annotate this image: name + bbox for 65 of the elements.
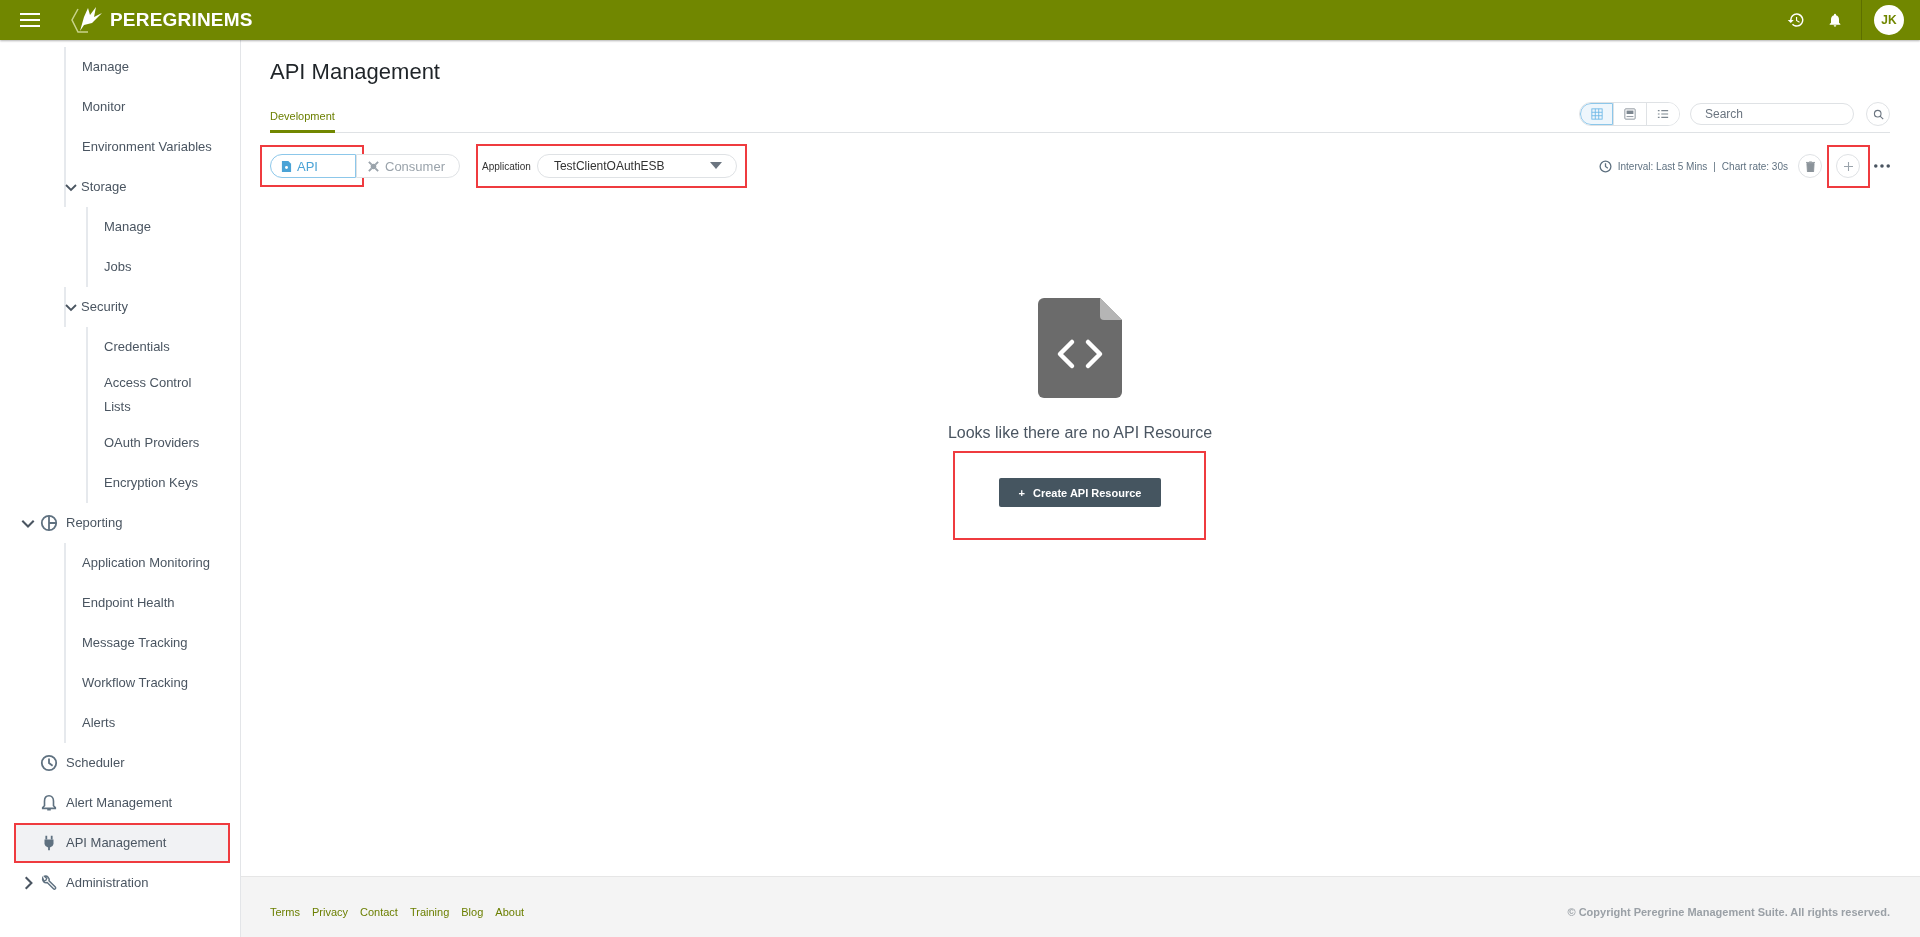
delete-button[interactable] <box>1798 154 1822 178</box>
sidebar-item[interactable]: Encryption Keys <box>88 463 240 503</box>
empty-state-message: Looks like there are no API Resource <box>947 424 1213 442</box>
footer-link[interactable]: Privacy <box>311 906 348 918</box>
sidebar-item[interactable]: OAuth Providers <box>88 423 240 463</box>
search-button[interactable] <box>1866 102 1890 126</box>
application-select[interactable]: TestClientOAuthESB <box>536 154 737 178</box>
sidebar-item[interactable]: Message Tracking <box>66 623 240 663</box>
sidebar-item[interactable]: Security <box>64 287 240 327</box>
sidebar-item[interactable]: Workflow Tracking <box>66 663 240 703</box>
pie-chart-icon <box>40 514 58 532</box>
clock-icon <box>40 754 58 772</box>
footer-link[interactable]: Training <box>409 906 450 918</box>
sidebar-item[interactable]: Access Control Lists <box>88 367 240 423</box>
application-label: Application <box>481 160 531 172</box>
sidebar-item[interactable]: Monitor <box>66 87 240 127</box>
sidebar-item[interactable]: Jobs <box>88 247 240 287</box>
sidebar-item[interactable]: Credentials <box>88 327 240 367</box>
network-icon <box>367 159 380 173</box>
card-view-icon <box>1624 108 1636 120</box>
code-file-icon <box>1038 298 1122 398</box>
footer-link[interactable]: Terms <box>270 906 300 918</box>
footer-link[interactable]: About <box>495 906 525 918</box>
chart-rate-text: Chart rate: 30s <box>1721 160 1788 172</box>
dropdown-caret-icon <box>709 162 722 170</box>
more-icon[interactable] <box>1874 164 1890 168</box>
add-button[interactable] <box>1836 154 1860 178</box>
view-toggle[interactable] <box>1580 103 1613 125</box>
copyright-text: © Copyright Peregrine Management Suite. All rights reserved. <box>1567 906 1890 918</box>
sidebar-item[interactable]: Application Monitoring <box>66 543 240 583</box>
footer-link[interactable]: Contact <box>360 906 398 918</box>
clock-icon <box>1598 159 1612 173</box>
menu-icon[interactable] <box>20 13 40 27</box>
search-field[interactable]: Search <box>1690 103 1854 125</box>
document-icon <box>281 159 292 173</box>
history-icon[interactable] <box>1787 11 1805 29</box>
view-toggle[interactable] <box>1646 103 1679 125</box>
user-avatar[interactable]: JK <box>1874 5 1904 35</box>
sidebar-item[interactable]: Alerts <box>66 703 240 743</box>
create-api-resource-button[interactable]: + Create API Resource <box>999 478 1161 507</box>
sidebar-item[interactable]: Alert Management <box>0 783 240 823</box>
trash-icon <box>1805 160 1815 172</box>
plus-icon <box>1843 161 1853 171</box>
wrench-icon <box>40 874 58 892</box>
sidebar-item[interactable]: Storage <box>64 167 240 207</box>
sidebar-item[interactable]: Manage <box>88 207 240 247</box>
bird-logo-icon <box>68 5 104 35</box>
grid-view-icon <box>1590 108 1603 120</box>
interval-text: Interval: Last 5 Mins <box>1617 160 1708 172</box>
search-icon <box>1872 108 1884 120</box>
sidebar-item[interactable]: Endpoint Health <box>66 583 240 623</box>
bell-icon <box>40 794 58 812</box>
sidebar-item[interactable]: Administration <box>0 863 240 903</box>
separator-text: | <box>1713 160 1716 172</box>
list-view-icon <box>1657 108 1669 120</box>
footer-link[interactable]: Blog <box>461 906 484 918</box>
bell-icon[interactable] <box>1827 11 1843 29</box>
tab[interactable]: Development <box>270 110 335 133</box>
page-title: API Management <box>270 58 441 86</box>
sidebar-item[interactable]: Environment Variables <box>66 127 240 167</box>
sidebar-item[interactable]: Reporting <box>0 503 240 543</box>
sidebar-item[interactable]: API Management <box>14 823 230 863</box>
sidebar-item[interactable]: Scheduler <box>0 743 240 783</box>
brand-name: PEREGRINEMS <box>110 9 253 31</box>
sidebar-item[interactable]: Manage <box>66 47 240 87</box>
